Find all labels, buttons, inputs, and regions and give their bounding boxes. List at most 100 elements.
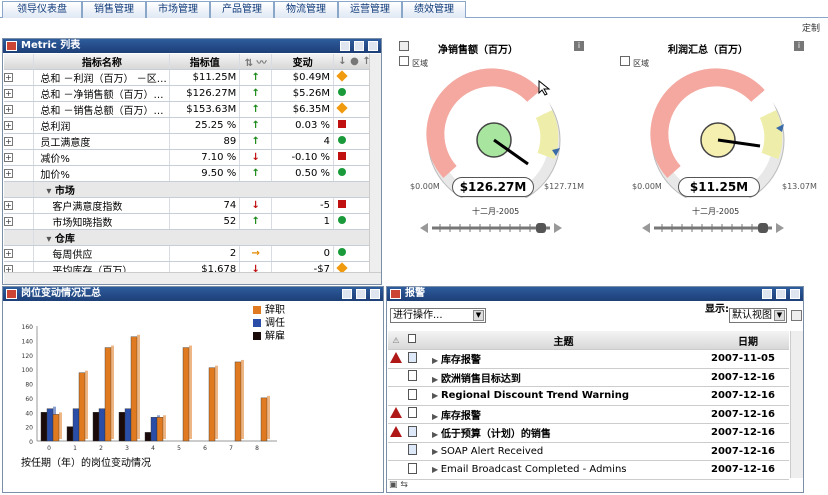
metric-group-row[interactable]: ▾ 仓库	[4, 229, 376, 246]
alert-subject[interactable]: ▶ 库存报警	[420, 405, 707, 424]
metric-row[interactable]: + 总利润 25.25 % ↑ 0.03 %	[4, 117, 376, 134]
tab-leader-dashboard[interactable]: 领导仪表盘	[2, 1, 82, 18]
row-expand[interactable]: +	[4, 197, 35, 214]
row-expand[interactable]: +	[4, 101, 35, 118]
metric-row[interactable]: + 市场知晓指数 52 ↑ 1	[4, 213, 376, 230]
maximize-icon[interactable]	[776, 289, 786, 299]
tab-operations[interactable]: 运营管理	[338, 1, 402, 18]
tab-marketing[interactable]: 市场管理	[146, 1, 210, 18]
expand-triangle-icon[interactable]: ▶	[432, 412, 441, 421]
tab-logistics[interactable]: 物流管理	[274, 1, 338, 18]
row-expand[interactable]: +	[4, 117, 35, 134]
metric-vertical-scrollbar[interactable]	[369, 54, 381, 272]
expand-icon[interactable]: +	[4, 217, 13, 226]
metric-row[interactable]: + 减价% 7.10 % ↓ -0.10 %	[4, 149, 376, 166]
minimize-icon[interactable]	[762, 289, 772, 299]
expand-icon[interactable]: +	[4, 249, 13, 258]
info-icon[interactable]: i	[574, 41, 584, 51]
expand-triangle-icon[interactable]: ▶	[432, 430, 441, 439]
row-expand[interactable]: +	[4, 149, 35, 166]
refresh-icon[interactable]	[791, 310, 802, 321]
alert-row[interactable]: ▶ Email Broadcast Completed - Admins 2007…	[388, 460, 789, 480]
minimize-icon[interactable]	[340, 41, 350, 51]
alert-subject[interactable]: ▶ 欧洲销售目标达到	[420, 368, 707, 387]
expand-icon[interactable]: +	[4, 169, 13, 178]
info-icon[interactable]: i	[794, 41, 804, 51]
tab-sales[interactable]: 销售管理	[82, 1, 146, 18]
metric-row[interactable]: + 总和 －利润（百万） －区… $11.25M ↑ $0.49M	[4, 69, 376, 86]
col-metric-value[interactable]: 指标值	[169, 54, 241, 70]
alerts-footer-icons[interactable]: ▣ ⇆	[389, 480, 417, 491]
col-severity-icon[interactable]: ⚠	[388, 331, 404, 350]
alert-subject[interactable]: ▶ Regional Discount Trend Warning	[420, 386, 707, 406]
metric-change: -0.10 %	[271, 149, 335, 166]
metric-change: 1	[271, 213, 335, 230]
gauge1-time-slider[interactable]	[420, 222, 570, 234]
row-expand[interactable]: +	[4, 69, 35, 86]
customize-link[interactable]: 定制	[802, 21, 820, 34]
expand-icon[interactable]: +	[4, 153, 13, 162]
expand-icon[interactable]: +	[4, 89, 13, 98]
expand-icon[interactable]: +	[4, 137, 13, 146]
legend-label: 解雇	[265, 329, 285, 342]
action-select[interactable]: 进行操作... ▼	[390, 308, 486, 323]
alert-row[interactable]: ▶ Regional Discount Trend Warning 2007-12…	[388, 386, 789, 406]
metric-row[interactable]: + 总和 －净销售额（百万）… $126.27M ↑ $5.26M	[4, 85, 376, 102]
expand-triangle-icon[interactable]: ▶	[432, 375, 441, 384]
tab-product[interactable]: 产品管理	[210, 1, 274, 18]
col-doc-icon[interactable]	[404, 331, 420, 350]
metric-row[interactable]: + 员工满意度 89 ↑ 4	[4, 133, 376, 150]
region-filter-icon[interactable]	[399, 56, 409, 66]
alert-row[interactable]: ▶ 欧洲销售目标达到 2007-12-16	[388, 368, 789, 387]
col-change[interactable]: 变动	[271, 54, 335, 70]
gauge-area: 区域 净销售额（百万） i 区域 利润汇总（百万） i $126.27M $0.…	[392, 38, 828, 238]
close-icon[interactable]	[368, 41, 378, 51]
row-expand[interactable]: +	[4, 133, 35, 150]
metric-row[interactable]: + 每周供应 2 → 0	[4, 245, 376, 262]
expand-icon[interactable]: +	[4, 105, 13, 114]
print-icon[interactable]	[399, 41, 409, 51]
expand-triangle-icon[interactable]: ▶	[432, 356, 441, 365]
alert-row[interactable]: ▶ 库存报警 2007-11-05	[388, 349, 789, 369]
bar-解雇	[66, 426, 74, 442]
col-date[interactable]: 日期	[707, 331, 789, 350]
alerts-vertical-scrollbar[interactable]	[790, 331, 803, 478]
alert-subject[interactable]: ▶ Email Broadcast Completed - Admins	[420, 460, 707, 480]
alert-subject[interactable]: ▶ 库存报警	[420, 349, 707, 369]
expand-triangle-icon[interactable]: ▶	[432, 447, 441, 456]
col-subject[interactable]: 主题	[420, 331, 707, 350]
expand-icon[interactable]: +	[4, 73, 13, 82]
row-expand[interactable]: +	[4, 213, 35, 230]
alert-row[interactable]: ▶ 库存报警 2007-12-16	[388, 405, 789, 424]
alert-subject[interactable]: ▶ 低于预算（计划）的销售	[420, 423, 707, 443]
metric-row[interactable]: + 客户满意度指数 74 ↓ -5	[4, 197, 376, 214]
view-select[interactable]: 默认视图 ▼	[729, 308, 787, 323]
col-metric-name[interactable]: 指标名称	[33, 54, 171, 70]
x-tick-label: 1	[73, 445, 77, 452]
col-trend-icon[interactable]: ⇅ 〰	[239, 54, 273, 70]
metric-row[interactable]: + 加价% 9.50 % ↑ 0.50 %	[4, 165, 376, 182]
row-expand[interactable]: +	[4, 85, 35, 102]
alert-row[interactable]: ▶ 低于预算（计划）的销售 2007-12-16	[388, 423, 789, 443]
metric-row[interactable]: + 总和 －销售总额（百万）… $153.63M ↑ $6.35M	[4, 101, 376, 118]
maximize-icon[interactable]	[354, 41, 364, 51]
expand-triangle-icon[interactable]: ▶	[432, 465, 441, 474]
minimize-icon[interactable]	[342, 289, 352, 299]
alert-row[interactable]: ▶ SOAP Alert Received 2007-12-16	[388, 442, 789, 461]
region-filter-icon[interactable]	[620, 56, 630, 66]
expand-icon[interactable]: +	[4, 121, 13, 130]
row-expand[interactable]: +	[4, 245, 35, 262]
close-icon[interactable]	[370, 289, 380, 299]
expand-triangle-icon[interactable]: ▶	[432, 391, 441, 400]
metric-name: 总利润	[33, 117, 171, 134]
maximize-icon[interactable]	[356, 289, 366, 299]
metric-list-panel: Metric 列表 指标名称 指标值 ⇅ 〰 变动 ↓ ● ↑ + 总和 －利润（…	[2, 38, 382, 285]
row-expand[interactable]: +	[4, 165, 35, 182]
metric-horizontal-scrollbar[interactable]	[4, 272, 381, 284]
metric-group-row[interactable]: ▾ 市场	[4, 181, 376, 198]
alert-subject[interactable]: ▶ SOAP Alert Received	[420, 442, 707, 461]
gauge2-time-slider[interactable]	[642, 222, 792, 234]
close-icon[interactable]	[790, 289, 800, 299]
tab-performance[interactable]: 绩效管理	[402, 1, 466, 18]
expand-icon[interactable]: +	[4, 201, 13, 210]
